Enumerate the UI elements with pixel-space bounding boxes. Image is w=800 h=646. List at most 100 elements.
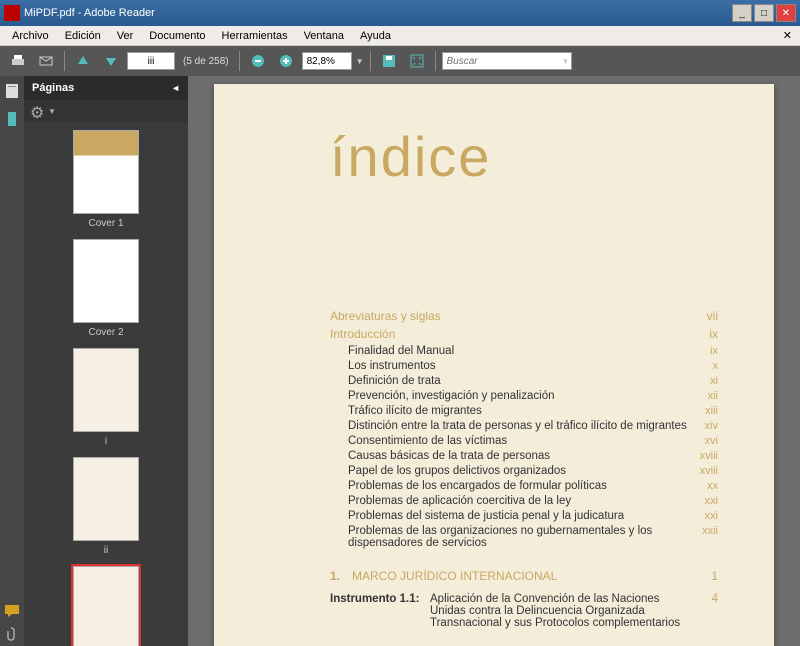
thumb-page-iii[interactable]: iii	[24, 566, 188, 646]
zoom-dropdown-icon[interactable]: ▼	[356, 57, 364, 66]
thumb-cover-2[interactable]: Cover 2	[24, 239, 188, 338]
instrument-label: Instrumento 1.1:	[330, 593, 430, 629]
menu-ayuda[interactable]: Ayuda	[352, 28, 399, 44]
print-button[interactable]	[6, 49, 30, 73]
search-dropdown-icon[interactable]: ▼	[562, 57, 570, 66]
document-area[interactable]: índice Abreviaturas y siglas vii Introdu…	[188, 76, 800, 646]
fit-button[interactable]	[405, 49, 429, 73]
bookmarks-tab-icon[interactable]	[3, 110, 21, 128]
menu-edicion[interactable]: Edición	[57, 28, 109, 44]
thumb-image[interactable]	[73, 239, 139, 323]
separator	[239, 51, 240, 71]
toc-chapter: 1. MARCO JURÍDICO INTERNACIONAL 1	[330, 569, 718, 583]
toc-section: Abreviaturas y siglas vii	[330, 309, 718, 323]
thumb-label: Cover 1	[88, 218, 123, 229]
toc-item-title: Finalidad del Manual	[330, 345, 688, 357]
toc-item-page: xxi	[688, 495, 718, 507]
toc-line: Prevención, investigación y penalización…	[330, 390, 718, 402]
maximize-button[interactable]: □	[754, 4, 774, 22]
page-down-button[interactable]	[99, 49, 123, 73]
thumb-label: Cover 2	[88, 327, 123, 338]
toc-item-page: xiii	[688, 405, 718, 417]
attachment-icon[interactable]	[4, 626, 20, 642]
thumb-cover-1[interactable]: Cover 1	[24, 130, 188, 229]
toc-item-title: Definición de trata	[330, 375, 688, 387]
side-bottom-icons	[4, 604, 20, 642]
thumb-page-i[interactable]: i	[24, 348, 188, 447]
thumb-image[interactable]	[73, 348, 139, 432]
zoom-in-button[interactable]	[274, 49, 298, 73]
toc-line: Problemas de las organizaciones no guber…	[330, 525, 718, 549]
thumb-image[interactable]	[73, 457, 139, 541]
panel-title: Páginas	[32, 82, 74, 94]
chapter-title: MARCO JURÍDICO INTERNACIONAL	[352, 569, 688, 583]
thumb-label: ii	[104, 545, 108, 556]
close-button[interactable]: ✕	[776, 4, 796, 22]
thumbnails[interactable]: Cover 1 Cover 2 i ii iii	[24, 122, 188, 646]
page-heading: índice	[330, 124, 718, 189]
toc-item-page: xvi	[688, 435, 718, 447]
minimize-button[interactable]: _	[732, 4, 752, 22]
toc-item-page: x	[688, 360, 718, 372]
toolbar: (5 de 258) ▼ ▼	[0, 46, 800, 76]
toc-item-title: Papel de los grupos delictivos organizad…	[330, 465, 688, 477]
side-tabs	[0, 76, 24, 646]
page-up-button[interactable]	[71, 49, 95, 73]
zoom-input[interactable]	[302, 52, 352, 70]
toc-item-title: Prevención, investigación y penalización	[330, 390, 688, 402]
search-input[interactable]	[442, 52, 572, 70]
thumb-label: i	[105, 436, 107, 447]
save-button[interactable]	[377, 49, 401, 73]
toc-item-title: Problemas del sistema de justicia penal …	[330, 510, 688, 522]
toc-item-page: xii	[688, 390, 718, 402]
toc-page: ix	[709, 327, 718, 341]
toc-line: Problemas del sistema de justicia penal …	[330, 510, 718, 522]
gear-icon[interactable]: ⚙	[30, 103, 46, 119]
menu-herramientas[interactable]: Herramientas	[214, 28, 296, 44]
separator	[64, 51, 65, 71]
panel-collapse-icon[interactable]: ◄	[171, 83, 180, 93]
page: índice Abreviaturas y siglas vii Introdu…	[214, 84, 774, 646]
thumb-image[interactable]	[73, 130, 139, 214]
menubar-close-icon[interactable]: ✕	[779, 29, 796, 42]
window-buttons: _ □ ✕	[732, 4, 796, 22]
panel-toolbar: ⚙ ▼	[24, 100, 188, 122]
zoom-out-button[interactable]	[246, 49, 270, 73]
toc-section: Introducción ix	[330, 327, 718, 341]
menu-documento[interactable]: Documento	[141, 28, 213, 44]
menubar: Archivo Edición Ver Documento Herramient…	[0, 26, 800, 46]
toc-item-title: Causas básicas de la trata de personas	[330, 450, 688, 462]
page-total-label: (5 de 258)	[179, 56, 233, 67]
chapter-page: 1	[688, 569, 718, 583]
thumb-image[interactable]	[73, 566, 139, 646]
comment-icon[interactable]	[4, 604, 20, 620]
toc-item-title: Los instrumentos	[330, 360, 688, 372]
toc-page: vii	[707, 309, 718, 323]
main-area: Páginas ◄ ⚙ ▼ Cover 1 Cover 2 i	[0, 76, 800, 646]
pages-panel: Páginas ◄ ⚙ ▼ Cover 1 Cover 2 i	[24, 76, 188, 646]
toc-item-page: xx	[688, 480, 718, 492]
toc-item-page: xi	[688, 375, 718, 387]
toc-line: Tráfico ilícito de migrantesxiii	[330, 405, 718, 417]
email-button[interactable]	[34, 49, 58, 73]
toc-item-page: ix	[688, 345, 718, 357]
app-icon	[4, 5, 20, 21]
toc-title: Abreviaturas y siglas	[330, 309, 441, 323]
gear-dropdown-icon[interactable]: ▼	[48, 107, 56, 116]
page-number-input[interactable]	[127, 52, 175, 70]
toc-item-page: xxi	[688, 510, 718, 522]
menu-archivo[interactable]: Archivo	[4, 28, 57, 44]
toc-item-title: Distinción entre la trata de personas y …	[330, 420, 688, 432]
menu-ventana[interactable]: Ventana	[296, 28, 352, 44]
menu-ver[interactable]: Ver	[109, 28, 142, 44]
toc-item-title: Problemas de aplicación coercitiva de la…	[330, 495, 688, 507]
toc-item-page: xxii	[688, 525, 718, 549]
toc-line: Consentimiento de las víctimasxvi	[330, 435, 718, 447]
titlebar: MiPDF.pdf - Adobe Reader _ □ ✕	[0, 0, 800, 26]
pages-tab-icon[interactable]	[3, 82, 21, 100]
toc-title: Introducción	[330, 327, 395, 341]
thumb-page-ii[interactable]: ii	[24, 457, 188, 556]
toc-line: Papel de los grupos delictivos organizad…	[330, 465, 718, 477]
separator	[435, 51, 436, 71]
toc-item-title: Problemas de las organizaciones no guber…	[330, 525, 688, 549]
